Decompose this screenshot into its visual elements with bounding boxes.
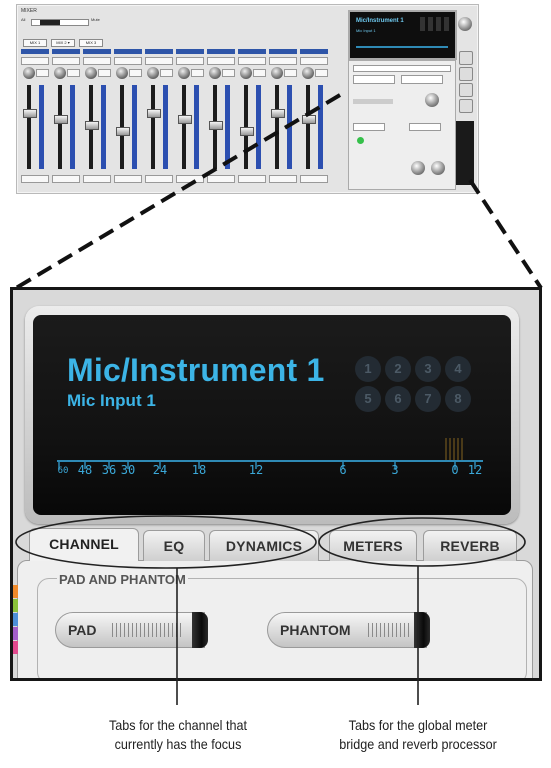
- caption-line: bridge and reverb processor: [339, 736, 497, 752]
- annotation-overlay: [15, 515, 526, 705]
- caption-line: currently has the focus: [114, 736, 242, 752]
- caption-channel-tabs: Tabs for the channel that currently has …: [77, 716, 279, 754]
- caption-global-tabs: Tabs for the global meter bridge and rev…: [314, 716, 523, 754]
- caption-line: Tabs for the global meter: [348, 717, 488, 733]
- caption-line: Tabs for the channel that: [108, 717, 247, 733]
